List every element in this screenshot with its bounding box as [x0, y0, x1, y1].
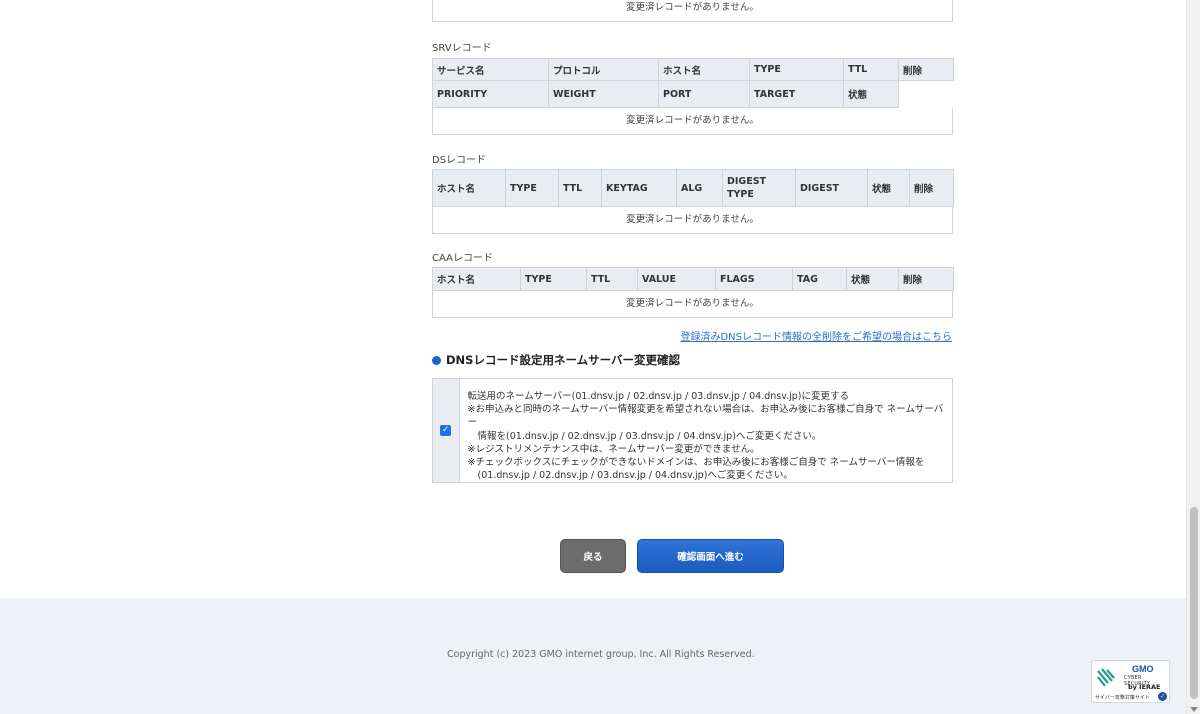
srv-record-label: SRVレコード	[432, 43, 492, 54]
caa-col-host: ホスト名	[432, 267, 521, 291]
srv-empty-message: 変更済レコードがありません。	[432, 108, 953, 135]
srv-col-priority: PRIORITY	[432, 80, 549, 108]
srv-col-service: サービス名	[432, 58, 549, 81]
nameserver-note-2: ※レジストリメンテナンス中は、ネームサーバー変更ができません。	[467, 443, 760, 455]
nameserver-checkbox-cell: ✓	[433, 379, 460, 482]
copyright-text: Copyright (c) 2023 GMO internet group, I…	[447, 649, 755, 660]
scroll-down-arrow-icon[interactable]	[1190, 707, 1198, 712]
nameserver-note-3a: ※チェックボックスにチェックができないドメインは、お申込み後にお客様ご自身で ネ…	[467, 457, 925, 469]
srv-col-status: 状態	[843, 80, 899, 108]
srv-col-weight: WEIGHT	[548, 80, 659, 108]
nameserver-change-label: 転送用のネームサーバー(01.dnsv.jp / 02.dnsv.jp / 03…	[467, 391, 850, 402]
ds-col-keytag: KEYTAG	[601, 169, 677, 207]
checkmark-icon: ✓	[441, 425, 450, 435]
nameserver-note-3b: (01.dnsv.jp / 02.dnsv.jp / 03.dnsv.jp / …	[477, 470, 793, 482]
caa-col-status: 状態	[846, 267, 899, 291]
badge-line2: by IERAE	[1128, 683, 1161, 691]
nameserver-note-1a: ※お申込みと同時のネームサーバー情報変更を希望されない場合は、お申込み後にお客様…	[467, 404, 944, 429]
ds-col-alg: ALG	[676, 169, 723, 207]
nameserver-confirm-box: ✓ 転送用のネームサーバー(01.dnsv.jp / 02.dnsv.jp / …	[432, 378, 953, 483]
prev-empty-message: 変更済レコードがありません。	[432, 0, 953, 22]
page: 変更済レコードがありません。 SRVレコード サービス名 プロトコル ホスト名 …	[0, 0, 1186, 714]
security-logo-icon	[1097, 668, 1115, 687]
badge-brand: GMO	[1132, 664, 1154, 674]
cyber-security-badge[interactable]: GMO CYBER SECURITY by IERAE サイバー攻撃対策サイト …	[1091, 660, 1170, 703]
nameserver-heading-text: DNSレコード設定用ネームサーバー変更確認	[446, 353, 680, 367]
srv-empty-cell	[898, 80, 954, 108]
srv-col-host: ホスト名	[658, 58, 750, 81]
srv-col-protocol: プロトコル	[548, 58, 659, 81]
shield-check-icon: ✓	[1158, 692, 1167, 701]
srv-col-target: TARGET	[749, 80, 844, 108]
caa-col-value: VALUE	[637, 267, 716, 291]
srv-record-table: サービス名 プロトコル ホスト名 TYPE TTL 削除 PRIORITY WE…	[432, 58, 954, 135]
srv-col-port: PORT	[658, 80, 750, 108]
ds-empty-message: 変更済レコードがありません。	[432, 207, 953, 234]
caa-record-label: CAAレコード	[432, 253, 493, 264]
delete-all-records-link[interactable]: 登録済みDNSレコード情報の全削除をご希望の場合はこちら	[680, 328, 952, 343]
ds-col-digest-type: DIGEST TYPE	[722, 169, 796, 207]
badge-line3: サイバー攻撃対策サイト	[1095, 695, 1150, 701]
proceed-to-confirm-button[interactable]: 確認画面へ進む	[637, 539, 784, 573]
caa-record-table: ホスト名 TYPE TTL VALUE FLAGS TAG 状態 削除 変更済レ…	[432, 267, 954, 318]
nameserver-heading: DNSレコード設定用ネームサーバー変更確認	[432, 352, 680, 368]
ds-record-label: DSレコード	[432, 155, 487, 166]
scrollbar-thumb[interactable]	[1190, 507, 1198, 699]
caa-col-ttl: TTL	[586, 267, 638, 291]
ds-col-ttl: TTL	[558, 169, 602, 207]
nameserver-note-1b: 情報を(01.dnsv.jp / 02.dnsv.jp / 03.dnsv.jp…	[477, 430, 822, 442]
prev-record-table: 変更済レコードがありません。	[432, 0, 953, 22]
srv-col-delete: 削除	[898, 58, 954, 81]
ds-col-status: 状態	[867, 169, 910, 207]
bullet-icon	[432, 355, 441, 365]
ds-col-delete: 削除	[909, 169, 954, 207]
ds-record-table: ホスト名 TYPE TTL KEYTAG ALG DIGEST TYPE DIG…	[432, 169, 954, 234]
nameserver-text: 転送用のネームサーバー(01.dnsv.jp / 02.dnsv.jp / 03…	[460, 379, 952, 482]
nameserver-change-checkbox[interactable]: ✓	[440, 425, 452, 436]
srv-col-ttl: TTL	[843, 58, 899, 81]
vertical-scrollbar[interactable]	[1186, 0, 1200, 714]
back-button[interactable]: 戻る	[560, 539, 626, 573]
srv-col-type: TYPE	[749, 58, 844, 81]
caa-col-delete: 削除	[898, 267, 954, 291]
caa-empty-message: 変更済レコードがありません。	[432, 291, 953, 318]
ds-col-type: TYPE	[505, 169, 559, 207]
caa-col-flags: FLAGS	[715, 267, 793, 291]
ds-col-digest: DIGEST	[795, 169, 868, 207]
ds-col-host: ホスト名	[432, 169, 506, 207]
caa-col-tag: TAG	[792, 267, 847, 291]
caa-col-type: TYPE	[520, 267, 587, 291]
